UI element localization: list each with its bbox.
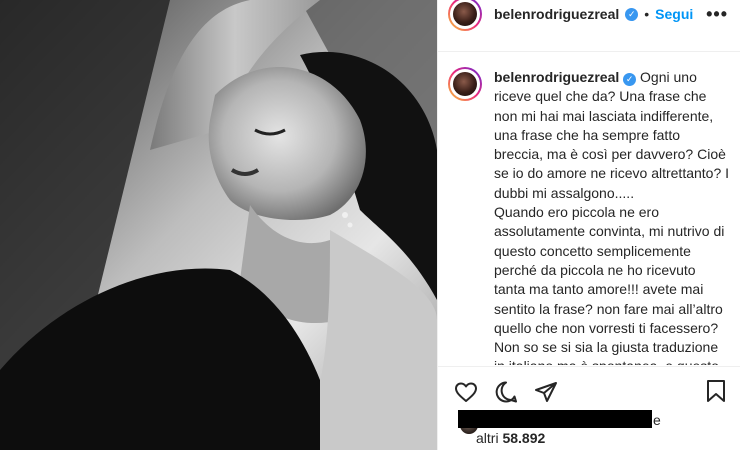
bookmark-icon[interactable] (704, 379, 728, 403)
post-caption: belenrodriguezreal ✓ Ogni uno riceve que… (438, 53, 740, 365)
likes-others-count: 58.892 (502, 430, 546, 446)
caption-username-link[interactable]: belenrodriguezreal (494, 69, 619, 85)
redacted-liker-name (458, 410, 652, 428)
username-link[interactable]: belenrodriguezreal (494, 6, 619, 22)
post-photo[interactable] (0, 0, 437, 450)
more-options-icon[interactable]: ••• (706, 4, 728, 25)
comment-icon[interactable] (494, 380, 518, 404)
heart-icon[interactable] (454, 380, 478, 404)
post-header: belenrodriguezreal ✓ • Segui ••• (438, 0, 740, 52)
verified-badge-icon: ✓ (625, 7, 639, 21)
separator-dot: • (644, 6, 650, 22)
profile-avatar[interactable] (448, 0, 482, 31)
caption-avatar[interactable] (448, 67, 482, 101)
post-side-panel: belenrodriguezreal ✓ • Segui ••• belenro… (437, 0, 740, 450)
follow-button[interactable]: Segui (655, 6, 693, 22)
likes-section: e altri 58.892 (438, 402, 740, 450)
caption-verified-badge-icon: ✓ (623, 73, 637, 86)
likes-others-prefix: altri (476, 430, 503, 446)
caption-text: belenrodriguezreal ✓ Ogni uno riceve que… (494, 68, 730, 365)
black-and-white-portrait-image (0, 0, 437, 450)
post-header-row: belenrodriguezreal ✓ • Segui (494, 6, 693, 22)
likes-others-link[interactable]: altri 58.892 (476, 430, 545, 446)
share-icon[interactable] (534, 380, 558, 404)
likes-conjunction: e (653, 412, 661, 428)
caption-body: Ogni uno riceve quel che da? Una frase c… (494, 69, 730, 365)
